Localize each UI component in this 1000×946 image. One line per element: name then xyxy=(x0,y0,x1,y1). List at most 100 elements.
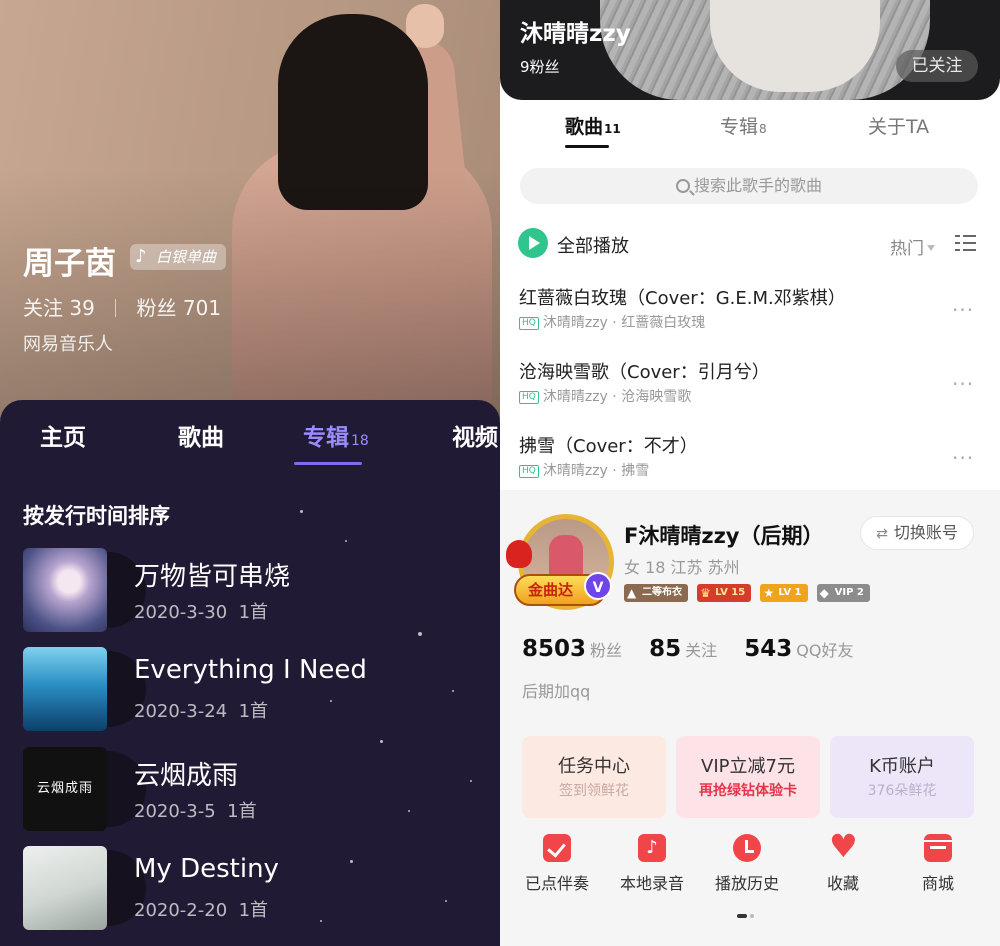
tab-albums[interactable]: 专辑8 xyxy=(720,112,767,139)
song-meta: HQ 沐晴晴zzy · 拂雪 xyxy=(519,460,649,480)
switch-arrows-icon: ⇄ xyxy=(876,526,888,542)
verified-v-icon: V xyxy=(584,572,612,600)
tab-videos[interactable]: 视频 xyxy=(452,418,498,452)
star-level-badge[interactable]: ★ LV 1 xyxy=(760,584,808,602)
album-meta: 2020-3-30 1首 xyxy=(134,602,269,623)
song-title: 拂雪（Cover：不才） xyxy=(519,436,698,457)
username: F沐晴晴zzy（后期） xyxy=(624,524,824,548)
tab-about[interactable]: 关于TA xyxy=(868,112,929,139)
multi-select-list-icon[interactable] xyxy=(954,234,976,252)
level-badge[interactable]: ♛ LV 15 xyxy=(697,584,752,602)
shortcut-local-recordings[interactable]: 本地录音 xyxy=(605,834,699,894)
hq-badge: HQ xyxy=(519,391,539,404)
album-item[interactable]: Everything I Need 2020-3-24 1首 xyxy=(0,647,500,735)
qq-friends-count[interactable]: 543 xyxy=(744,636,792,662)
fans-count[interactable]: 701 xyxy=(183,296,221,320)
follow-label: 关注 xyxy=(23,296,63,320)
rank-badge[interactable]: ▲ 二等布衣 xyxy=(624,584,688,602)
song-title: 沧海映雪歌（Cover：引月兮） xyxy=(519,362,770,383)
play-all-button[interactable]: 全部播放 xyxy=(557,232,629,258)
song-item[interactable]: 沧海映雪歌（Cover：引月兮） HQ 沐晴晴zzy · 沧海映雪歌 ··· xyxy=(500,358,1000,428)
active-tab-indicator xyxy=(294,462,362,465)
album-title: Everything I Need xyxy=(134,655,367,685)
tab-songs[interactable]: 歌曲 xyxy=(178,418,224,452)
hq-badge: HQ xyxy=(519,317,539,330)
stats-divider xyxy=(115,299,117,317)
album-meta: 2020-3-5 1首 xyxy=(134,801,257,822)
check-list-icon xyxy=(543,834,571,862)
switch-account-button[interactable]: ⇄ 切换账号 xyxy=(860,516,974,550)
music-note-icon: ♪ xyxy=(135,246,147,267)
song-meta: HQ 沐晴晴zzy · 沧海映雪歌 xyxy=(519,386,691,406)
page-indicator xyxy=(737,914,755,918)
sort-dropdown[interactable]: 热门 xyxy=(890,234,935,259)
artist-role: 网易音乐人 xyxy=(23,334,113,355)
following-count[interactable]: 85 xyxy=(649,636,681,662)
vip-discount-card[interactable]: VIP立减7元 再抢绿钻体验卡 xyxy=(676,736,820,818)
follow-count[interactable]: 39 xyxy=(69,296,94,320)
tab-home[interactable]: 主页 xyxy=(40,418,86,452)
more-options-icon[interactable]: ··· xyxy=(952,446,974,470)
store-icon xyxy=(924,834,952,862)
hq-badge: HQ xyxy=(519,465,539,478)
shortcut-favorites[interactable]: 收藏 xyxy=(796,830,890,894)
album-cover: 云烟成雨 xyxy=(23,747,107,831)
album-item[interactable]: My Destiny 2020-2-20 1首 xyxy=(0,846,500,934)
search-icon xyxy=(675,179,690,193)
play-all-icon[interactable] xyxy=(518,228,548,258)
tab-albums[interactable]: 专辑 18 xyxy=(303,418,369,452)
shortcut-store[interactable]: 商城 xyxy=(891,834,985,894)
album-item[interactable]: 万物皆可串烧 2020-3-30 1首 xyxy=(0,548,500,636)
silver-single-badge[interactable]: ♪ 白银单曲 xyxy=(130,244,227,270)
artist-follow-stats: 关注 39 粉丝 701 xyxy=(23,292,221,321)
album-item[interactable]: 云烟成雨 云烟成雨 2020-3-5 1首 xyxy=(0,747,500,835)
singer-header: 沐晴晴zzy 9粉丝 已关注 xyxy=(500,0,1000,100)
dropdown-arrow-icon xyxy=(927,245,935,251)
active-tab-indicator xyxy=(565,145,609,148)
song-item[interactable]: 拂雪（Cover：不才） HQ 沐晴晴zzy · 拂雪 ··· xyxy=(500,432,1000,490)
more-options-icon[interactable]: ··· xyxy=(952,298,974,322)
user-gender-age-location: 女 18 江苏 苏州 xyxy=(624,558,740,577)
artist-name: 周子茵 xyxy=(23,246,116,282)
album-meta: 2020-3-24 1首 xyxy=(134,701,269,722)
song-meta: HQ 沐晴晴zzy · 红蔷薇白玫瑰 xyxy=(519,312,705,332)
shortcut-accompaniment[interactable]: 已点伴奏 xyxy=(510,834,604,894)
tab-albums-count: 18 xyxy=(351,433,369,449)
more-options-icon[interactable]: ··· xyxy=(952,372,974,396)
tab-songs[interactable]: 歌曲11 xyxy=(565,112,621,139)
album-title: 万物皆可串烧 xyxy=(134,562,291,592)
k-coin-account-card[interactable]: K币账户 376朵鲜花 xyxy=(830,736,974,818)
user-profile-page: 金曲达 V F沐晴晴zzy（后期） ⇄ 切换账号 女 18 江苏 苏州 ▲ 二等布衣 … xyxy=(500,490,1000,946)
shortcut-play-history[interactable]: 播放历史 xyxy=(700,834,794,894)
song-search-input[interactable]: 搜索此歌手的歌曲 xyxy=(520,168,978,204)
singer-name: 沐晴晴zzy xyxy=(520,21,631,47)
album-cover xyxy=(23,647,107,731)
followed-button[interactable]: 已关注 xyxy=(896,50,978,82)
album-cover xyxy=(23,846,107,930)
singer-fans[interactable]: 9粉丝 xyxy=(520,56,560,77)
song-item[interactable]: 红蔷薇白玫瑰（Cover：G.E.M.邓紫棋） HQ 沐晴晴zzy · 红蔷薇白玫… xyxy=(500,284,1000,354)
vip-badge[interactable]: ◆ VIP 2 xyxy=(816,584,870,602)
user-stats: 8503 粉丝 85 关注 543 QQ好友 xyxy=(522,636,854,662)
fans-label: 粉丝 xyxy=(136,296,177,320)
user-signature: 后期加qq xyxy=(522,682,591,701)
music-note-icon xyxy=(638,834,666,862)
album-cover xyxy=(23,548,107,632)
task-center-card[interactable]: 任务中心 签到领鲜花 xyxy=(522,736,666,818)
singer-songs-page: 沐晴晴zzy 9粉丝 已关注 歌曲11 专辑8 关于TA 搜索此歌手的歌曲 全部… xyxy=(500,0,1000,490)
sort-by-release-label[interactable]: 按发行时间排序 xyxy=(23,500,170,530)
mascot-bird-icon xyxy=(506,540,532,568)
artist-content-panel: 主页 歌曲 专辑 18 视频 按发行时间排序 万物皆可串烧 2020-3-30 1… xyxy=(0,400,500,946)
star-icon: ★ xyxy=(763,586,775,600)
fans-count[interactable]: 8503 xyxy=(522,636,586,662)
hat-icon: ▲ xyxy=(627,586,637,600)
heart-icon xyxy=(829,830,857,862)
artist-hero-photo: 周子茵 ♪ 白银单曲 关注 39 粉丝 701 网易音乐人 xyxy=(0,0,500,420)
clock-icon xyxy=(733,834,761,862)
album-title: My Destiny xyxy=(134,854,279,884)
artist-page-left: 周子茵 ♪ 白银单曲 关注 39 粉丝 701 网易音乐人 主页 歌曲 专辑 18… xyxy=(0,0,500,946)
trophy-icon: ♛ xyxy=(700,586,711,600)
album-title: 云烟成雨 xyxy=(134,761,239,791)
gold-song-badge[interactable]: 金曲达 V xyxy=(514,572,612,606)
user-badges: ▲ 二等布衣 ♛ LV 15 ★ LV 1 ◆ VIP 2 xyxy=(624,584,874,602)
